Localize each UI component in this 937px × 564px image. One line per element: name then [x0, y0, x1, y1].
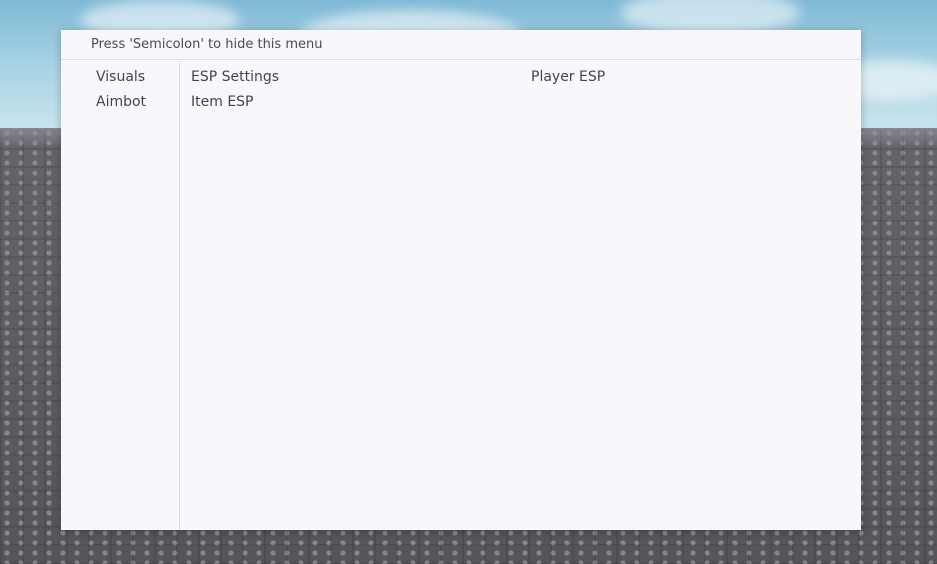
game-viewport: Press 'Semicolon' to hide this menu Visu… — [0, 0, 937, 564]
section-esp-settings[interactable]: ESP Settings — [191, 69, 279, 85]
section-item-esp[interactable]: Item ESP — [191, 94, 254, 110]
cheat-menu-window: Press 'Semicolon' to hide this menu Visu… — [61, 30, 861, 530]
section-player-esp[interactable]: Player ESP — [531, 69, 605, 85]
sidebar-item-aimbot[interactable]: Aimbot — [96, 94, 146, 110]
menu-sidebar: Visuals Aimbot — [61, 61, 180, 530]
menu-header: Press 'Semicolon' to hide this menu — [61, 30, 861, 60]
menu-content-panel: ESP Settings Item ESP Player ESP — [180, 61, 861, 530]
sidebar-item-visuals[interactable]: Visuals — [96, 69, 145, 85]
menu-hint-text: Press 'Semicolon' to hide this menu — [91, 37, 323, 52]
